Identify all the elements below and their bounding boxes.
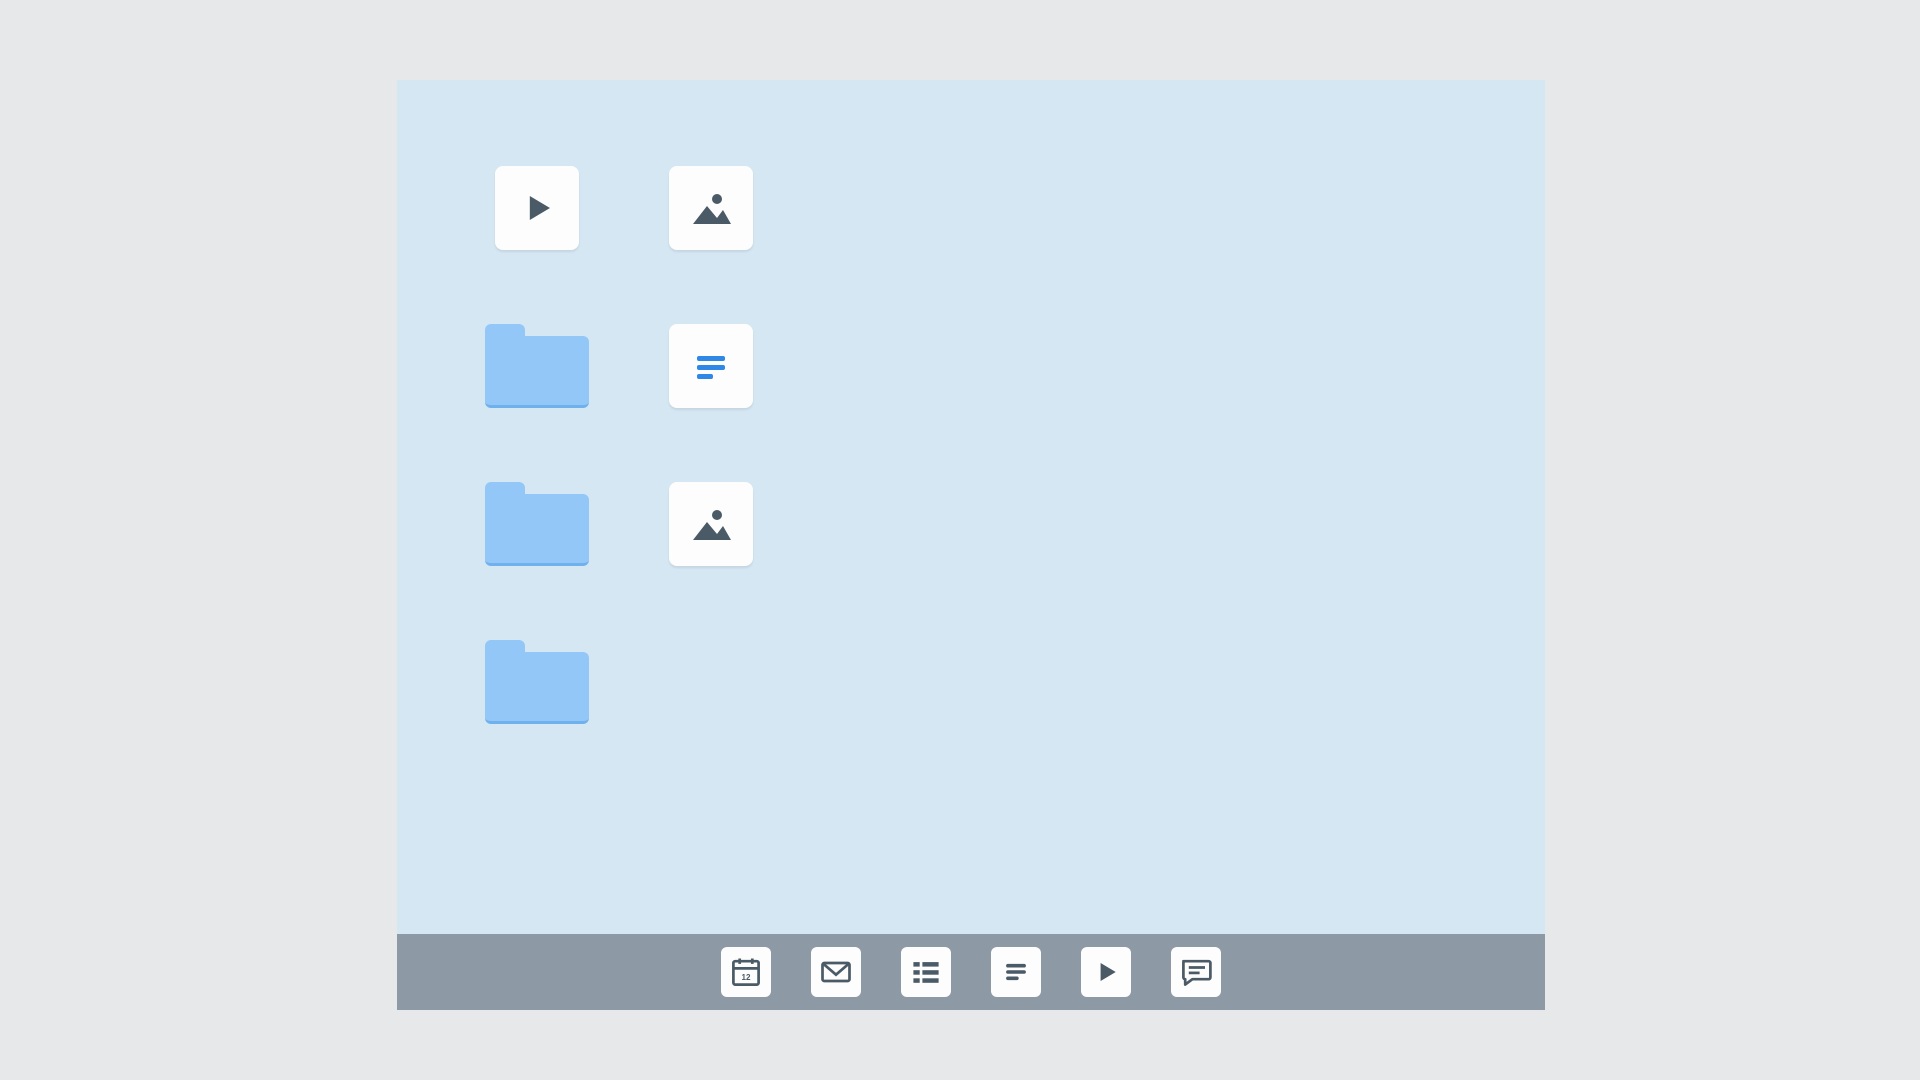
textdoc-icon [998,954,1034,990]
desktop-folder-2[interactable] [485,482,589,566]
desktop-image-tile-1[interactable] [669,166,753,250]
play-icon [1088,954,1124,990]
folder-icon [485,652,589,724]
taskbar: 12 [397,934,1545,1010]
folder-icon [485,336,589,408]
chat-icon [1178,954,1214,990]
taskbar-textdoc[interactable] [991,947,1041,997]
svg-text:12: 12 [742,973,751,982]
desktop-image-tile-2[interactable] [669,482,753,566]
folder-icon [485,494,589,566]
image-icon [687,500,735,548]
desktop-area[interactable] [397,80,1545,934]
desktop-icon-grid [495,166,753,724]
taskbar-chat[interactable] [1171,947,1221,997]
desktop-textdoc-tile[interactable] [669,324,753,408]
desktop-folder-3[interactable] [485,640,589,724]
desktop-screen: 12 [397,80,1545,1010]
desktop-video-tile[interactable] [495,166,579,250]
taskbar-calendar[interactable]: 12 [721,947,771,997]
taskbar-mail[interactable] [811,947,861,997]
mail-icon [818,954,854,990]
calendar-icon: 12 [728,954,764,990]
list-icon [908,954,944,990]
taskbar-play[interactable] [1081,947,1131,997]
play-icon [513,184,561,232]
desktop-folder-1[interactable] [485,324,589,408]
taskbar-list[interactable] [901,947,951,997]
textdoc-icon [687,342,735,390]
image-icon [687,184,735,232]
